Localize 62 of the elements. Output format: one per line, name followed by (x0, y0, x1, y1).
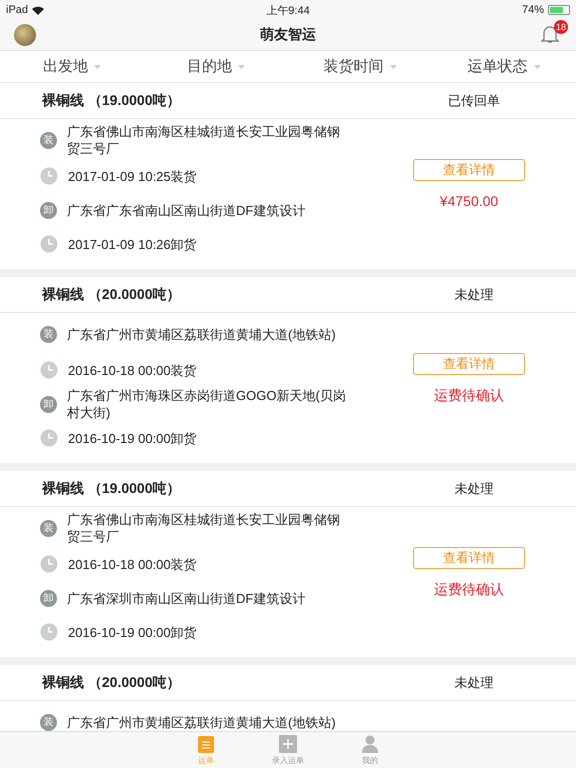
address-text: 广东省佛山市南海区桂城街道长安工业园粤储钢贸三号厂 (67, 511, 341, 545)
order-status: 已传回单 (447, 92, 501, 110)
time-text: 2016-10-18 00:00装货 (68, 362, 198, 378)
time-text: 2017-01-09 10:26卸货 (68, 236, 198, 252)
order-status: 未处理 (454, 480, 494, 498)
address-text: 广东省广州市海珠区赤岗街道GOGO新天地(贝岗村大街) (67, 387, 347, 421)
details-button[interactable]: 查看详情 (413, 159, 525, 181)
caret-icon (390, 64, 396, 68)
details-button[interactable]: 查看详情 (413, 547, 525, 569)
order-title: 裸铜线 （19.0000吨） (42, 480, 182, 498)
badge-icon: 装 (40, 520, 57, 536)
filter-dropdown[interactable]: 出发地 (0, 56, 144, 77)
freight-fee: ¥4750.00 (440, 193, 498, 209)
time-text: 2016-10-18 00:00装货 (68, 556, 198, 572)
badge-icon: 卸 (40, 202, 57, 218)
clock-icon (40, 555, 58, 573)
order-title: 裸铜线 （20.0000吨） (42, 674, 182, 692)
person-icon (361, 734, 379, 752)
caret-icon (94, 64, 101, 68)
clock-icon (40, 167, 58, 185)
clipboard-icon (198, 734, 214, 752)
freight-fee: 运费待确认 (434, 581, 504, 599)
add-icon (279, 734, 297, 752)
device-name: iPad (6, 4, 28, 16)
freight-fee: 运费待确认 (434, 387, 504, 405)
clock-icon (40, 429, 58, 447)
badge-icon: 卸 (40, 590, 57, 606)
order-status: 未处理 (454, 674, 494, 692)
caret-icon (534, 64, 540, 68)
notification-badge: 18 (554, 20, 568, 34)
filter-dropdown[interactable]: 运单状态 (432, 56, 576, 77)
address-text: 广东省深圳市南山区南山街道DF建筑设计 (67, 590, 306, 606)
time-text: 2016-10-19 00:00卸货 (68, 430, 198, 446)
badge-icon: 装 (40, 326, 57, 342)
address-text: 广东省佛山市南海区桂城街道长安工业园粤储钢贸三号厂 (67, 123, 341, 157)
avatar[interactable] (14, 24, 36, 46)
wifi-icon (32, 6, 44, 14)
details-button[interactable]: 查看详情 (413, 353, 525, 375)
clock-icon (40, 235, 58, 253)
tab-item[interactable]: 运单 (165, 732, 247, 768)
battery-icon (548, 5, 570, 15)
time-text: 2017-01-09 10:25装货 (68, 168, 198, 184)
tab-item[interactable]: 录入运单 (247, 732, 329, 768)
clock-icon (40, 623, 58, 641)
filter-dropdown[interactable]: 装货时间 (288, 56, 432, 77)
tab-item[interactable]: 我的 (329, 732, 411, 768)
clock-icon (40, 361, 58, 379)
badge-icon: 卸 (40, 396, 57, 412)
address-text: 广东省广东省南山区南山街道DF建筑设计 (67, 202, 306, 218)
battery-percent: 74% (522, 4, 544, 16)
badge-icon: 装 (40, 132, 57, 148)
caret-icon (238, 64, 245, 68)
app-title: 萌友智运 (260, 26, 316, 44)
address-text: 广东省广州市黄埔区荔联街道黄埔大道(地铁站) (67, 326, 337, 342)
filter-dropdown[interactable]: 目的地 (144, 56, 288, 77)
badge-icon: 装 (40, 714, 57, 730)
order-title: 裸铜线 （20.0000吨） (42, 286, 182, 304)
order-status: 未处理 (454, 286, 494, 304)
order-title: 裸铜线 （19.0000吨） (42, 92, 182, 110)
clock-time: 上午9:44 (266, 4, 310, 18)
address-text: 广东省广州市黄埔区荔联街道黄埔大道(地铁站) (67, 714, 337, 730)
time-text: 2016-10-19 00:00卸货 (68, 624, 198, 640)
